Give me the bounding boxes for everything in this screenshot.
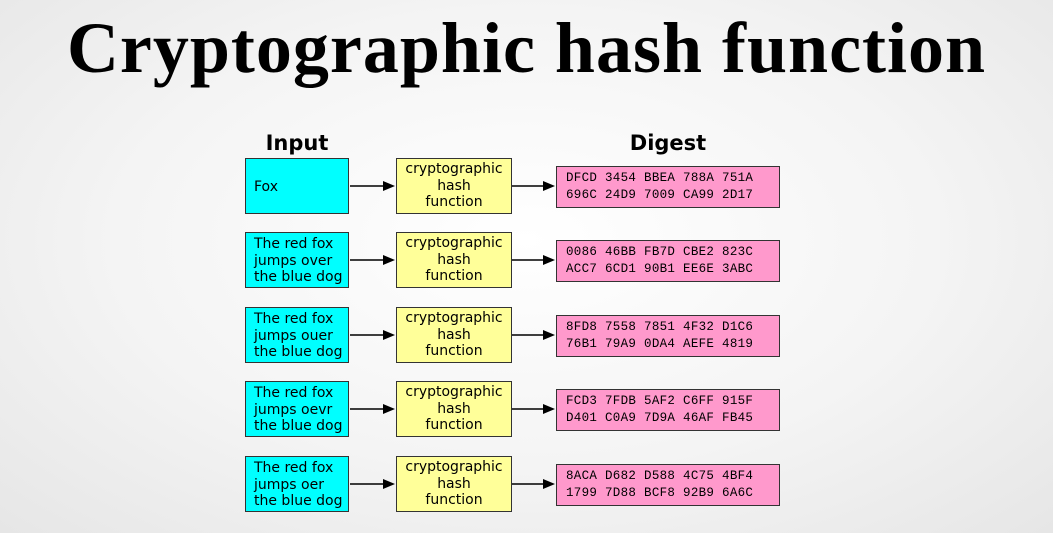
input-column-header: Input — [265, 131, 329, 155]
output-arrow-icon — [512, 479, 555, 489]
input-box: Fox — [245, 158, 349, 214]
output-arrow-icon — [512, 181, 555, 191]
digest-column-header: Digest — [629, 131, 707, 155]
input-box: The red fox jumps oer the blue dog — [245, 456, 349, 512]
hash-row: The red fox jumps ouer the blue dog cryp… — [0, 307, 1053, 369]
input-arrow-icon — [350, 330, 395, 340]
input-arrow-icon — [350, 181, 395, 191]
page-title: Cryptographic hash function — [66, 8, 987, 88]
output-arrow-icon — [512, 255, 555, 265]
input-arrow-icon — [350, 255, 395, 265]
hash-function-box: cryptographic hash function — [396, 381, 512, 437]
digest-box: FCD3 7FDB 5AF2 C6FF 915F D401 C0A9 7D9A … — [556, 389, 780, 431]
hash-row: The red fox jumps over the blue dog cryp… — [0, 232, 1053, 294]
input-box: The red fox jumps oevr the blue dog — [245, 381, 349, 437]
digest-box: 0086 46BB FB7D CBE2 823C ACC7 6CD1 90B1 … — [556, 240, 780, 282]
hash-function-box: cryptographic hash function — [396, 456, 512, 512]
digest-box: 8ACA D682 D588 4C75 4BF4 1799 7D88 BCF8 … — [556, 464, 780, 506]
input-box: The red fox jumps over the blue dog — [245, 232, 349, 288]
digest-box: DFCD 3454 BBEA 788A 751A 696C 24D9 7009 … — [556, 166, 780, 208]
hash-row: The red fox jumps oevr the blue dog cryp… — [0, 381, 1053, 443]
output-arrow-icon — [512, 404, 555, 414]
input-arrow-icon — [350, 479, 395, 489]
hash-row: The red fox jumps oer the blue dog crypt… — [0, 456, 1053, 518]
input-arrow-icon — [350, 404, 395, 414]
output-arrow-icon — [512, 330, 555, 340]
hash-function-box: cryptographic hash function — [396, 232, 512, 288]
hash-function-box: cryptographic hash function — [396, 307, 512, 363]
digest-box: 8FD8 7558 7851 4F32 D1C6 76B1 79A9 0DA4 … — [556, 315, 780, 357]
input-box: The red fox jumps ouer the blue dog — [245, 307, 349, 363]
hash-function-box: cryptographic hash function — [396, 158, 512, 214]
hash-row: Fox cryptographic hash function DFCD 345… — [0, 158, 1053, 220]
